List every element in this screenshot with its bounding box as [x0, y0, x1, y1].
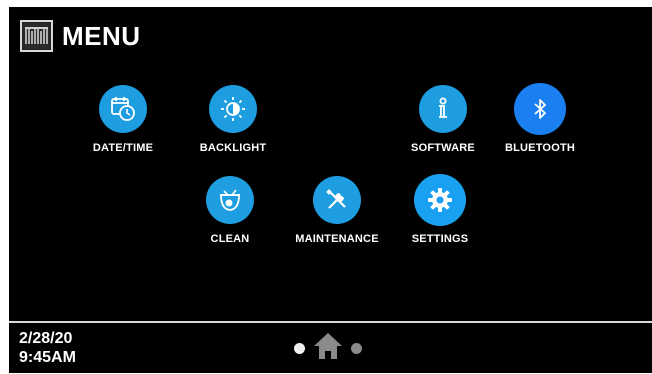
info-icon [419, 85, 467, 133]
bluetooth-icon [514, 83, 566, 135]
gear-icon [414, 174, 466, 226]
maintenance-button[interactable]: MAINTENANCE [282, 176, 392, 245]
maintenance-label: MAINTENANCE [295, 233, 379, 245]
time-text: 9:45AM [19, 349, 76, 366]
bluetooth-button[interactable]: BLUETOOTH [485, 83, 595, 154]
clean-button[interactable]: CLEAN [175, 176, 285, 245]
page-dot-active[interactable] [294, 343, 305, 354]
datetime-label: DATE/TIME [92, 142, 154, 154]
date-time-display: 2/28/20 9:45AM [19, 329, 76, 367]
clean-icon [206, 176, 254, 224]
settings-label: SETTINGS [411, 233, 469, 245]
page-indicator [294, 332, 362, 365]
calendar-clock-icon [99, 85, 147, 133]
wrench-screwdriver-icon [313, 176, 361, 224]
bluetooth-label: BLUETOOTH [504, 142, 576, 154]
backlight-label: BACKLIGHT [199, 142, 267, 154]
page-title: MENU [62, 20, 141, 51]
software-label: SOFTWARE [411, 142, 475, 154]
software-button[interactable]: SOFTWARE [388, 85, 498, 154]
footer-divider [9, 321, 652, 323]
brightness-icon [209, 85, 257, 133]
home-icon[interactable] [313, 332, 343, 365]
date-text: 2/28/20 [19, 330, 73, 347]
header: MENU [20, 19, 141, 53]
wm-logo-icon [20, 20, 53, 52]
datetime-button[interactable]: DATE/TIME [68, 85, 178, 154]
page-dot-inactive[interactable] [351, 343, 362, 354]
device-screen: MENU DATE/TIME BACKLIGHT SOFTWARE BLUETO… [9, 7, 652, 373]
clean-label: CLEAN [210, 233, 250, 245]
backlight-button[interactable]: BACKLIGHT [178, 85, 288, 154]
settings-button[interactable]: SETTINGS [385, 174, 495, 245]
